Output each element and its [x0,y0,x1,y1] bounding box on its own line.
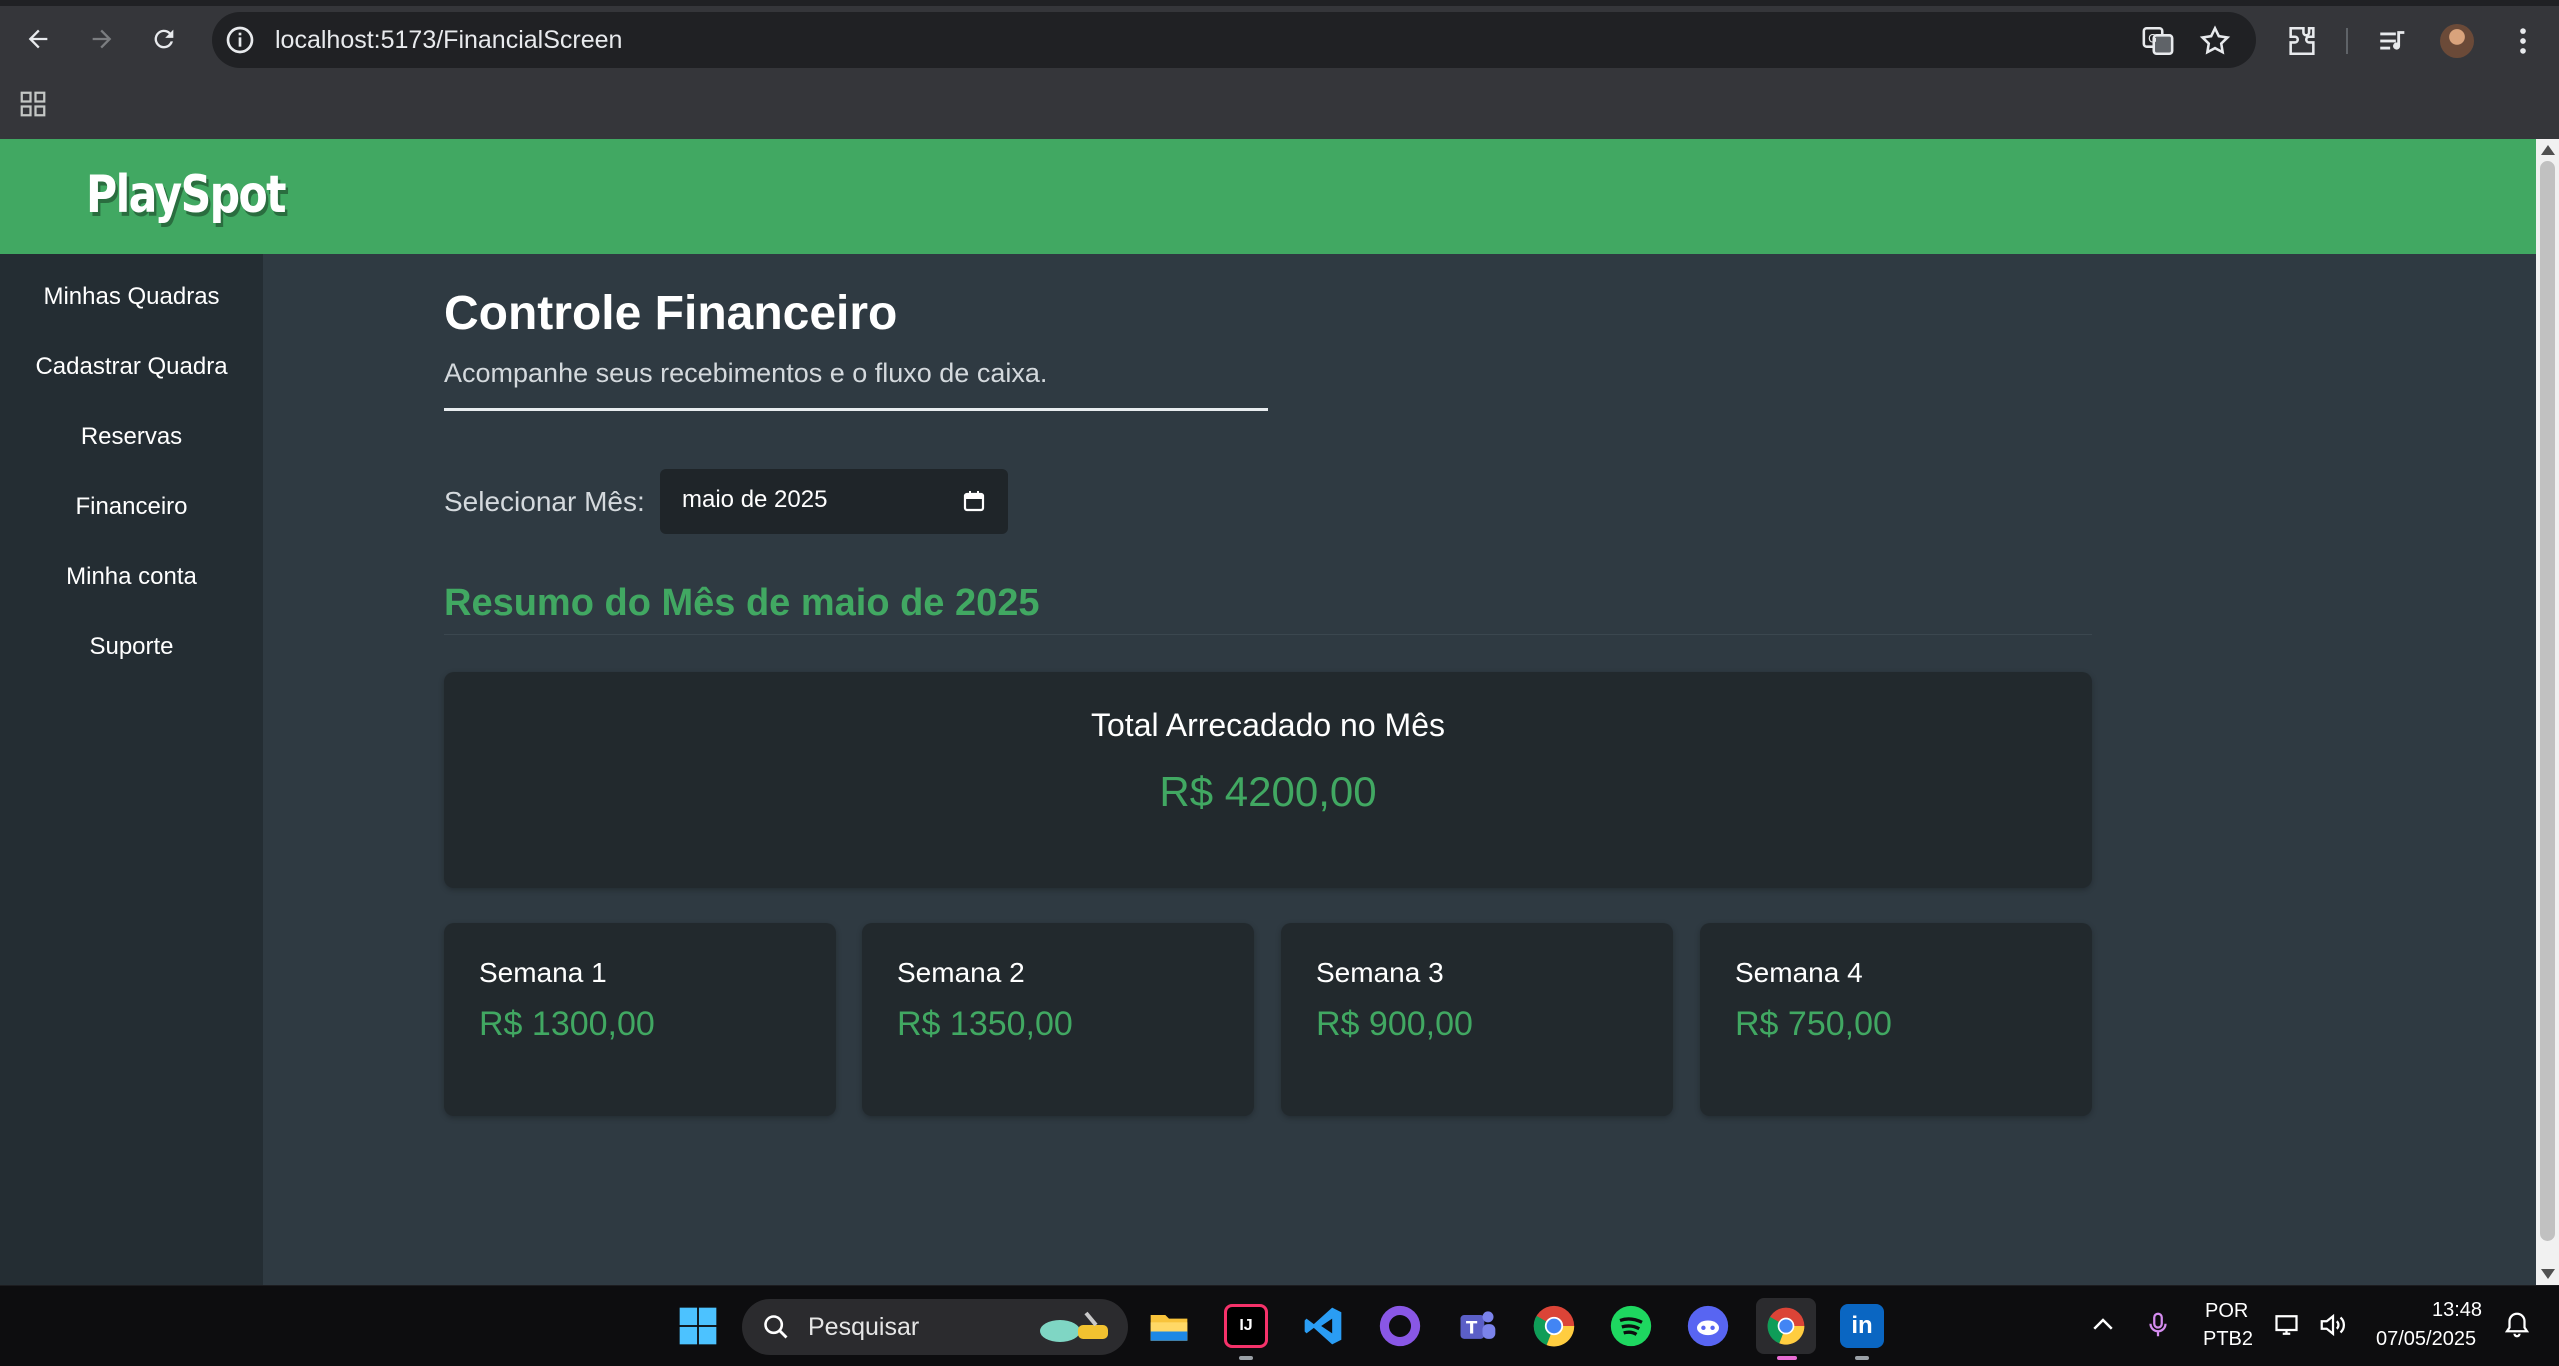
sidebar-item-reservas[interactable]: Reservas [0,414,263,460]
sidebar-item-suporte[interactable]: Suporte [0,624,263,670]
network-icon[interactable] [2274,1310,2304,1340]
chevron-up-icon[interactable] [2088,1310,2118,1340]
app-header: PlaySpot [0,139,2536,254]
vscode-icon[interactable] [1301,1304,1345,1348]
extensions-icon[interactable] [2285,24,2319,58]
week-value: R$ 750,00 [1735,1005,1892,1043]
sidebar-item-cadastrar-quadra[interactable]: Cadastrar Quadra [0,344,263,390]
scrollbar-thumb[interactable] [2540,161,2555,1241]
linkedin-icon[interactable]: in [1840,1304,1884,1348]
windows-taskbar: Pesquisar IJ T in POR PTB2 13:48 07/05/2… [0,1285,2559,1366]
bookmark-star-icon[interactable] [2198,24,2232,58]
browser-chrome: localhost:5173/FinancialScreen G [0,0,2559,139]
volume-icon[interactable] [2318,1310,2348,1340]
app-logo[interactable]: PlaySpot [86,165,287,225]
week-label: Semana 4 [1735,957,1863,988]
toolbar-separator [2346,28,2348,54]
intellij-icon[interactable]: IJ [1224,1304,1268,1348]
search-icon [764,1315,788,1339]
forward-icon[interactable] [82,19,122,59]
week-value: R$ 900,00 [1316,1005,1473,1043]
apps-grid-icon[interactable] [18,89,48,119]
month-picker-input[interactable]: maio de 2025 [660,469,1008,534]
summary-title: Resumo do Mês de maio de 2025 [444,582,1040,624]
spotify-icon[interactable] [1609,1304,1653,1348]
bookmarks-bar [0,69,2559,139]
sidebar-item-minha-conta[interactable]: Minha conta [0,554,263,600]
calendar-icon[interactable] [962,489,986,513]
page-subtitle: Acompanhe seus recebimentos e o fluxo de… [444,358,1048,388]
media-control-icon[interactable] [2376,24,2410,58]
week-card: Semana 3 R$ 900,00 [1281,923,1673,1116]
chrome-profile-icon[interactable] [1756,1298,1816,1354]
running-indicator [1855,1356,1869,1360]
clock-time[interactable]: 13:48 [2432,1299,2482,1322]
scroll-down-icon[interactable] [2541,1269,2555,1279]
scroll-up-icon[interactable] [2541,145,2555,155]
sidebar-item-financeiro[interactable]: Financeiro [0,484,263,530]
chrome-menu-icon[interactable] [2506,24,2540,58]
svg-text:G: G [2148,31,2157,45]
sidebar: Minhas Quadras Cadastrar Quadra Reservas… [0,254,263,1285]
search-highlight-icon [1040,1311,1108,1342]
translate-icon[interactable]: G [2141,24,2175,58]
discord-icon[interactable] [1686,1304,1730,1348]
page-title: Controle Financeiro [444,287,898,340]
sidebar-item-minhas-quadras[interactable]: Minhas Quadras [0,274,263,320]
file-explorer-icon[interactable] [1147,1304,1191,1348]
title-divider [444,408,1268,411]
total-card: Total Arrecadado no Mês R$ 4200,00 [444,672,2092,888]
total-value: R$ 4200,00 [1159,768,1377,815]
clock-date[interactable]: 07/05/2025 [2376,1328,2476,1351]
browser-toolbar: localhost:5173/FinancialScreen G [0,6,2559,69]
taskbar-search-placeholder: Pesquisar [808,1313,920,1341]
month-picker-value[interactable]: maio de 2025 [682,486,827,514]
week-label: Semana 2 [897,957,1025,988]
week-value: R$ 1300,00 [479,1005,655,1043]
month-select-label: Selecionar Mês: [444,486,645,517]
svg-text:T: T [1466,1318,1478,1337]
back-icon[interactable] [18,19,58,59]
active-indicator [1777,1356,1797,1360]
week-card: Semana 4 R$ 750,00 [1700,923,2092,1116]
week-label: Semana 3 [1316,957,1444,988]
windows-start-icon[interactable] [676,1304,720,1348]
running-indicator [1239,1356,1253,1360]
teams-icon[interactable]: T [1455,1304,1499,1348]
week-card: Semana 2 R$ 1350,00 [862,923,1254,1116]
week-value: R$ 1350,00 [897,1005,1073,1043]
keyboard-layout-indicator[interactable]: PTB2 [2203,1328,2253,1351]
notification-bell-icon[interactable] [2502,1310,2532,1340]
page-viewport: PlaySpot Minhas Quadras Cadastrar Quadra… [0,139,2536,1285]
github-desktop-icon[interactable] [1378,1304,1422,1348]
week-card: Semana 1 R$ 1300,00 [444,923,836,1116]
taskbar-search[interactable]: Pesquisar [742,1299,1128,1355]
week-label: Semana 1 [479,957,607,988]
url-text[interactable]: localhost:5173/FinancialScreen [275,26,622,55]
site-info-icon[interactable] [224,24,256,56]
total-label: Total Arrecadado no Mês [1091,707,1445,743]
language-indicator[interactable]: POR [2205,1300,2248,1323]
chrome-icon[interactable] [1532,1304,1576,1348]
address-bar[interactable]: localhost:5173/FinancialScreen G [212,12,2256,68]
summary-divider [444,634,2092,635]
page-scrollbar[interactable] [2536,139,2559,1285]
reload-icon[interactable] [144,19,184,59]
profile-avatar[interactable] [2440,24,2474,58]
microphone-icon[interactable] [2143,1310,2173,1340]
